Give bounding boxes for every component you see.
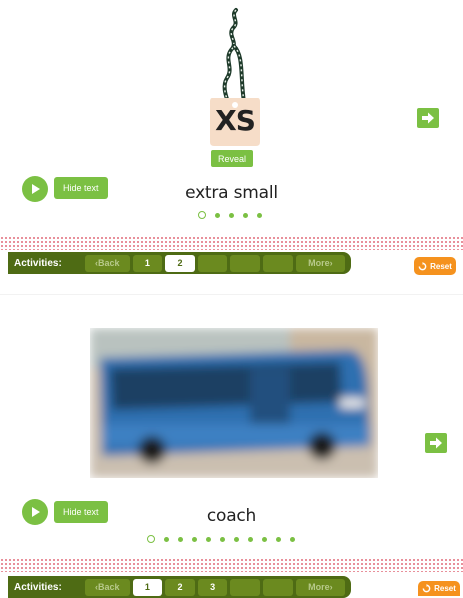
pagination-dot[interactable] (234, 536, 239, 542)
pagination-dot[interactable] (262, 536, 267, 542)
pagination-dot[interactable] (220, 536, 225, 542)
pagination-dot[interactable] (248, 536, 253, 542)
activities-label: Activities: (14, 257, 62, 269)
panel-divider (0, 294, 463, 295)
activity-page-1[interactable]: 1 (132, 578, 163, 596)
activity-page-2[interactable]: 2 (165, 578, 195, 596)
pagination-dot[interactable] (178, 536, 183, 542)
activities-label: Activities: (14, 581, 62, 593)
pagination-dot[interactable] (257, 212, 262, 218)
back-button[interactable]: ‹Back (85, 254, 130, 272)
reveal-button[interactable]: Reveal (211, 150, 253, 167)
card-pagination-dots (147, 535, 295, 543)
more-button[interactable]: More› (295, 578, 346, 596)
activity-slot-empty (230, 578, 261, 596)
vocabulary-word: extra small (185, 183, 278, 203)
activity-slot-empty (197, 254, 228, 272)
dotted-divider (0, 558, 463, 572)
pagination-dot[interactable] (215, 212, 220, 218)
reset-icon (418, 261, 427, 270)
activities-bar: Activities: ‹Back 1 2 More› (8, 252, 351, 274)
activity-page-3[interactable]: 3 (197, 578, 228, 596)
back-button[interactable]: ‹Back (85, 578, 130, 596)
pagination-dot[interactable] (164, 536, 169, 542)
more-button[interactable]: More› (295, 254, 346, 272)
pagination-dot-active[interactable] (147, 535, 155, 543)
activity-page-2[interactable]: 2 (165, 254, 195, 272)
arrow-right-icon (422, 112, 434, 124)
pagination-dot[interactable] (276, 536, 281, 542)
dotted-divider (0, 236, 463, 250)
reset-button[interactable]: Reset (414, 257, 456, 275)
reset-button[interactable]: Reset (418, 581, 460, 596)
pagination-dot[interactable] (192, 536, 197, 542)
coach-bus-image (90, 328, 378, 478)
activity-slot-empty (263, 254, 293, 272)
vocabulary-word: coach (206, 506, 257, 526)
size-tag-label: XS (215, 104, 256, 137)
pagination-dot[interactable] (243, 212, 248, 218)
reset-label: Reset (430, 261, 452, 271)
reset-icon (422, 584, 431, 593)
pagination-dot[interactable] (229, 212, 234, 218)
activity-page-1[interactable]: 1 (132, 254, 163, 272)
next-button[interactable] (425, 433, 447, 453)
next-button[interactable] (417, 108, 439, 128)
card-pagination-dots (198, 211, 262, 219)
activity-slot-empty (263, 578, 293, 596)
flashcard-panel-2: Hide text coach Activities: ‹Back 1 2 3 … (0, 300, 463, 598)
pagination-dot[interactable] (290, 536, 295, 542)
arrow-right-icon (430, 437, 442, 449)
pagination-dot[interactable] (206, 536, 211, 542)
activities-bar: Activities: ‹Back 1 2 3 More› (8, 576, 351, 598)
flashcard-panel-1: XS Reveal Hide text extra small Activiti… (0, 0, 463, 290)
reset-label: Reset (434, 584, 456, 593)
pagination-dot-active[interactable] (198, 211, 206, 219)
activity-slot-empty (230, 254, 261, 272)
